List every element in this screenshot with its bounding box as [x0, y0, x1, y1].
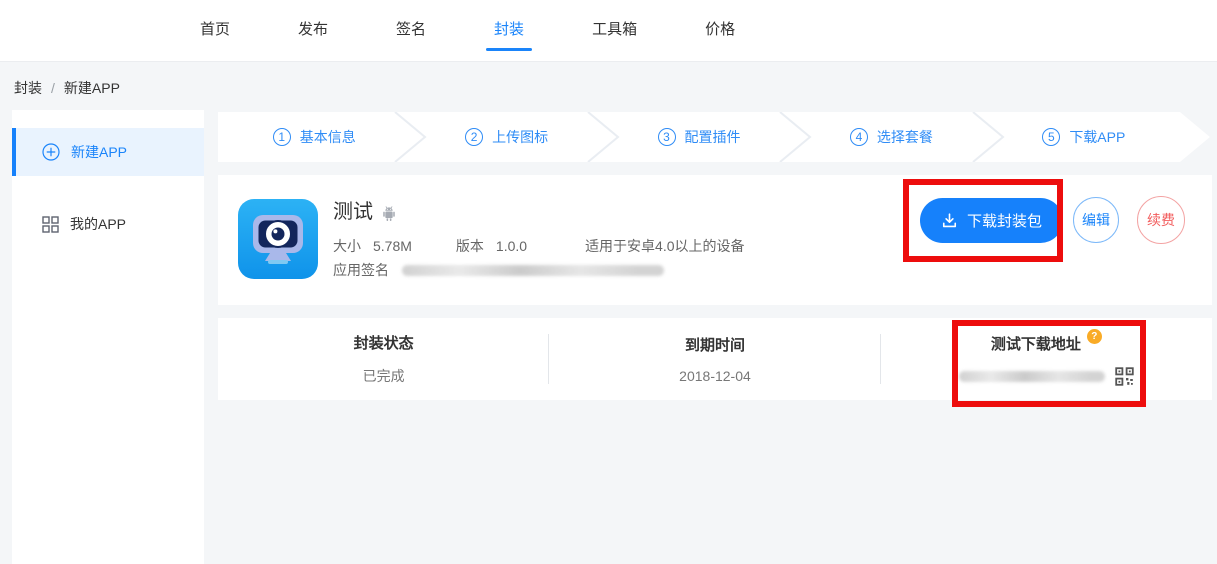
step-configure-plugins[interactable]: 3 配置插件 [603, 112, 795, 162]
sidebar-item-label: 新建APP [71, 142, 127, 162]
sidebar-item-my-apps[interactable]: 我的APP [12, 200, 204, 248]
step-number-circle: 3 [658, 128, 676, 146]
test-download-address-value [959, 367, 1134, 386]
android-icon [381, 206, 397, 222]
test-download-address-label: 测试下载地址 ? [991, 333, 1102, 354]
qr-code-icon[interactable] [1115, 367, 1134, 386]
step-label: 选择套餐 [877, 127, 933, 147]
app-title-row: 测试 [333, 195, 397, 224]
plus-circle-icon [42, 143, 60, 161]
main-nav: 首页 发布 签名 封装 工具箱 价格 [190, 0, 793, 62]
edit-button[interactable]: 编辑 [1073, 197, 1119, 243]
package-status-value: 已完成 [363, 366, 405, 386]
download-button-label: 下载封装包 [967, 210, 1042, 231]
active-indicator-bar [12, 128, 16, 176]
compatibility-text: 适用于安卓4.0以上的设备 [585, 236, 744, 256]
test-download-address-text: 测试下载地址 [991, 333, 1081, 354]
expiry-date-value: 2018-12-04 [679, 368, 751, 384]
grid-icon [42, 216, 59, 233]
status-panel: 封装状态 已完成 到期时间 2018-12-04 测试下载地址 ? [218, 318, 1212, 400]
breadcrumb-current: 新建APP [64, 78, 120, 98]
help-icon[interactable]: ? [1087, 329, 1102, 344]
step-select-plan[interactable]: 4 选择套餐 [795, 112, 987, 162]
breadcrumb-parent[interactable]: 封装 [14, 78, 42, 98]
signature-label: 应用签名 [333, 260, 389, 280]
step-number-circle: 5 [1042, 128, 1060, 146]
nav-item-home[interactable]: 首页 [190, 0, 240, 62]
size-label: 大小 [333, 236, 361, 256]
app-card: 测试 大小 5.78M 版本 1.0.0 适用 [218, 175, 1212, 305]
version-label: 版本 [456, 236, 484, 256]
step-upload-icon[interactable]: 2 上传图标 [410, 112, 602, 162]
step-label: 上传图标 [492, 127, 548, 147]
package-status-column: 封装状态 已完成 [218, 318, 549, 400]
nav-item-signature[interactable]: 签名 [386, 0, 436, 62]
nav-item-toolbox[interactable]: 工具箱 [582, 0, 647, 62]
app-signature-row: 应用签名 [333, 260, 664, 280]
nav-item-price[interactable]: 价格 [695, 0, 745, 62]
chevron-separator-icon [778, 112, 812, 162]
signature-redacted-value [402, 265, 664, 276]
size-value: 5.78M [373, 238, 412, 254]
breadcrumb-separator: / [51, 80, 55, 96]
step-label: 基本信息 [300, 127, 356, 147]
step-number-circle: 1 [273, 128, 291, 146]
sidebar-item-new-app[interactable]: 新建APP [12, 128, 204, 176]
app-icon [238, 199, 318, 279]
step-number-circle: 4 [850, 128, 868, 146]
sidebar: 新建APP 我的APP [12, 110, 204, 564]
app-packaging-page: 首页 发布 签名 封装 工具箱 价格 封装 / 新建APP 新建APP [0, 0, 1217, 564]
chevron-separator-icon [393, 112, 427, 162]
expiry-date-column: 到期时间 2018-12-04 [549, 318, 880, 400]
nav-item-package-active[interactable]: 封装 [484, 0, 534, 62]
download-url-redacted[interactable] [959, 371, 1105, 382]
step-label: 下载APP [1069, 127, 1125, 147]
sidebar-item-label: 我的APP [70, 214, 126, 234]
version-value: 1.0.0 [496, 238, 527, 254]
chevron-separator-icon [586, 112, 620, 162]
package-status-label: 封装状态 [354, 332, 414, 353]
download-package-button[interactable]: 下载封装包 [920, 198, 1063, 243]
steps-bar: 1 基本信息 2 上传图标 3 配置插件 4 选择套餐 5 下载APP [218, 112, 1180, 162]
edit-button-label: 编辑 [1082, 210, 1110, 230]
test-download-address-column: 测试下载地址 ? [881, 318, 1212, 400]
step-label: 配置插件 [685, 127, 741, 147]
step-basic-info[interactable]: 1 基本信息 [218, 112, 410, 162]
app-meta-row: 大小 5.78M 版本 1.0.0 适用于安卓4.0以上的设备 [333, 236, 745, 256]
top-header: 首页 发布 签名 封装 工具箱 价格 [0, 0, 1217, 62]
step-number-circle: 2 [465, 128, 483, 146]
step-download-app[interactable]: 5 下载APP [988, 112, 1180, 162]
renew-button[interactable]: 续费 [1137, 196, 1185, 244]
breadcrumb: 封装 / 新建APP [14, 78, 120, 98]
renew-button-label: 续费 [1147, 210, 1175, 230]
expiry-date-label: 到期时间 [685, 334, 745, 355]
download-icon [941, 212, 958, 229]
chevron-separator-icon [971, 112, 1005, 162]
app-title: 测试 [333, 195, 373, 224]
nav-item-publish[interactable]: 发布 [288, 0, 338, 62]
